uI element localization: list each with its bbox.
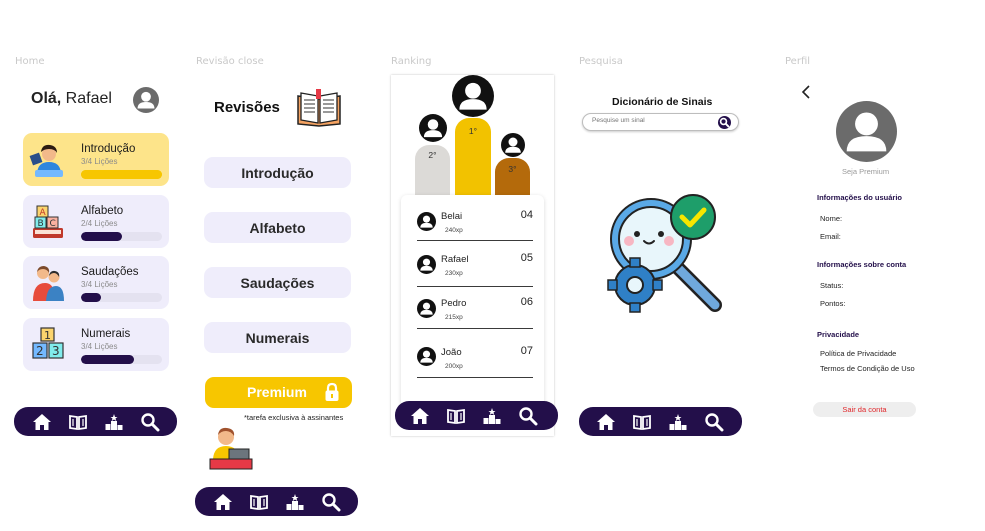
page-title: Revisões bbox=[214, 99, 280, 116]
podium-avatar-first bbox=[452, 75, 494, 117]
lesson-title: Alfabeto bbox=[81, 205, 124, 217]
privacy-policy-link[interactable]: Política de Privacidade bbox=[820, 349, 896, 358]
user-icon bbox=[836, 101, 897, 162]
user-avatar bbox=[417, 212, 436, 231]
lesson-title: Introdução bbox=[81, 143, 136, 155]
bottom-nav-home bbox=[14, 407, 177, 436]
lesson-progress-bar bbox=[81, 170, 162, 179]
ranking-podium-icon[interactable] bbox=[104, 412, 124, 432]
privacy-heading: Privacidade bbox=[817, 330, 860, 339]
ranking-row: João 200xp 07 bbox=[417, 329, 533, 378]
lesson-title: Numerais bbox=[81, 328, 131, 340]
svg-text:C: C bbox=[50, 219, 56, 229]
student-laptop-icon bbox=[209, 427, 253, 470]
search-bar bbox=[582, 113, 739, 131]
search-icon bbox=[719, 117, 730, 128]
podium-avatar-third bbox=[501, 133, 525, 157]
lesson-progress-text: 3/4 Lições bbox=[81, 157, 118, 166]
lesson-progress-text: 3/4 Lições bbox=[81, 342, 118, 351]
svg-text:B: B bbox=[38, 219, 44, 229]
lesson-title: Saudações bbox=[81, 266, 139, 278]
review-item-alfabeto[interactable]: Alfabeto bbox=[204, 212, 351, 243]
review-item-introducao[interactable]: Introdução bbox=[204, 157, 351, 188]
status-label: Status: bbox=[820, 281, 844, 290]
magnifier-gear-check-icon bbox=[607, 194, 722, 313]
book-icon[interactable] bbox=[632, 412, 652, 432]
ranking-row: Pedro 215xp 06 bbox=[417, 287, 533, 329]
home-icon[interactable] bbox=[32, 412, 52, 432]
review-item-saudacoes[interactable]: Saudações bbox=[204, 267, 351, 298]
lesson-card-alfabeto[interactable]: A B C Alfabeto 2/4 Lições bbox=[23, 195, 169, 248]
home-icon[interactable] bbox=[213, 492, 233, 512]
lesson-card-introducao[interactable]: Introdução 3/4 Lições bbox=[23, 133, 169, 186]
book-icon[interactable] bbox=[446, 406, 466, 426]
frame-label-pesquisa: Pesquisa bbox=[579, 56, 623, 67]
book-icon[interactable] bbox=[68, 412, 88, 432]
ranking-row: Belai 240xp 04 bbox=[417, 195, 533, 241]
lesson-progress-text: 2/4 Lições bbox=[81, 219, 118, 228]
ranking-row: Rafael 230xp 05 bbox=[417, 241, 533, 287]
premium-button[interactable]: Premium bbox=[205, 377, 352, 408]
podium-avatar-second bbox=[419, 114, 447, 142]
frame-label-home: Home bbox=[15, 56, 45, 67]
lesson-progress-bar bbox=[81, 355, 162, 364]
teacher-icon bbox=[29, 144, 63, 177]
home-icon[interactable] bbox=[596, 412, 616, 432]
search-input[interactable] bbox=[592, 117, 712, 124]
bottom-nav-revisao bbox=[195, 487, 358, 516]
terms-link[interactable]: Termos de Condição de Uso bbox=[820, 364, 915, 373]
ranking-list: Belai 240xp 04 Rafael 230xp 05 Pedro 215… bbox=[401, 195, 544, 407]
frame-label-revisao: Revisão close bbox=[196, 56, 264, 67]
premium-link[interactable]: Seja Premium bbox=[842, 167, 889, 176]
user-icon bbox=[133, 87, 159, 113]
lesson-progress-bar bbox=[81, 293, 162, 302]
search-icon[interactable] bbox=[518, 406, 538, 426]
search-icon[interactable] bbox=[321, 492, 341, 512]
bottom-nav-pesquisa bbox=[579, 407, 742, 436]
user-avatar bbox=[417, 255, 436, 274]
podium-first: 1° bbox=[455, 118, 491, 195]
user-avatar bbox=[417, 299, 436, 318]
svg-text:2: 2 bbox=[36, 344, 44, 358]
logout-button[interactable]: Sair da conta bbox=[813, 402, 916, 417]
home-icon[interactable] bbox=[410, 406, 430, 426]
user-avatar bbox=[417, 347, 436, 366]
premium-label: Premium bbox=[247, 384, 307, 400]
bottom-nav-ranking bbox=[395, 401, 558, 430]
back-arrow-icon[interactable] bbox=[800, 84, 812, 100]
lock-icon bbox=[325, 382, 339, 401]
search-icon[interactable] bbox=[140, 412, 160, 432]
lesson-progress-text: 3/4 Lições bbox=[81, 280, 118, 289]
number-blocks-icon: 1 2 3 bbox=[32, 327, 64, 359]
book-icon[interactable] bbox=[249, 492, 269, 512]
search-button[interactable] bbox=[718, 116, 731, 129]
search-icon[interactable] bbox=[704, 412, 724, 432]
podium-third: 3° bbox=[495, 158, 530, 195]
lesson-progress-bar bbox=[81, 232, 162, 241]
frame-label-ranking: Ranking bbox=[391, 56, 432, 67]
lesson-card-saudacoes[interactable]: Saudações 3/4 Lições bbox=[23, 256, 169, 309]
name-label: Nome: bbox=[820, 214, 843, 223]
hug-people-icon bbox=[33, 266, 64, 301]
page-title: Dicionário de Sinais bbox=[612, 96, 713, 108]
email-label: Email: bbox=[820, 232, 841, 241]
svg-text:1: 1 bbox=[44, 329, 51, 342]
user-info-heading: Informações do usuário bbox=[817, 193, 903, 202]
exclusive-note: *tarefa exclusiva à assinantes bbox=[244, 413, 344, 422]
profile-avatar bbox=[836, 101, 897, 162]
abc-blocks-book-icon: A B C bbox=[33, 205, 63, 238]
review-item-numerais[interactable]: Numerais bbox=[204, 322, 351, 353]
frame-label-perfil: Perfil bbox=[785, 56, 811, 67]
podium-second: 2° bbox=[415, 145, 450, 195]
points-label: Pontos: bbox=[820, 299, 846, 308]
ranking-podium-icon[interactable] bbox=[285, 492, 305, 512]
svg-text:3: 3 bbox=[52, 344, 60, 358]
account-info-heading: Informações sobre conta bbox=[817, 260, 907, 269]
greeting: Olá, Rafael bbox=[31, 90, 112, 107]
profile-avatar-button[interactable] bbox=[133, 87, 159, 113]
lesson-card-numerais[interactable]: 1 2 3 Numerais 3/4 Lições bbox=[23, 318, 169, 371]
ranking-podium-icon[interactable] bbox=[668, 412, 688, 432]
ranking-podium-icon[interactable] bbox=[482, 406, 502, 426]
open-book-icon bbox=[297, 89, 341, 127]
